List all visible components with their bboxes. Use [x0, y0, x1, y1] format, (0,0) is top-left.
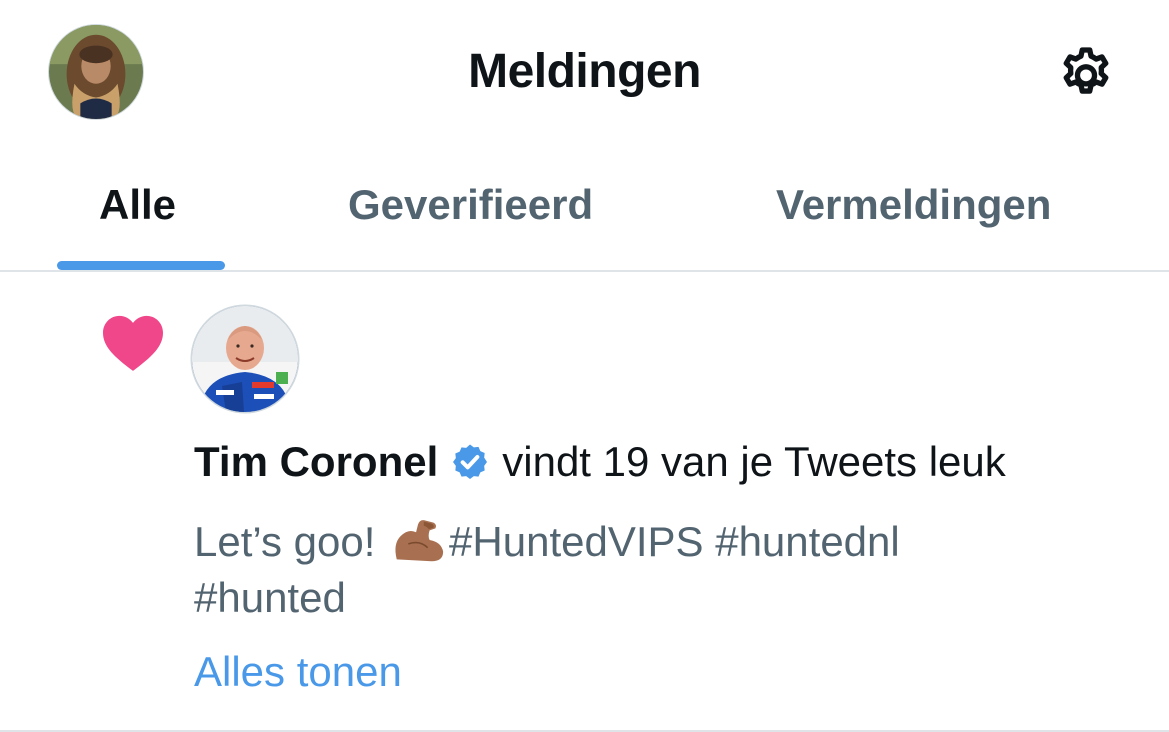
user-name[interactable]: Tim Coronel [194, 436, 438, 488]
heart-icon [103, 315, 163, 371]
tab-vermeldingen[interactable]: Vermeldingen [776, 180, 1051, 230]
active-tab-indicator [57, 261, 225, 270]
notification-text: Tim Coronel vindt 19 van je Tweets leuk [194, 436, 1006, 488]
user-avatar[interactable] [192, 306, 298, 412]
user-photo [192, 306, 298, 412]
tab-alle[interactable]: Alle [99, 180, 176, 230]
hashtag-hunted[interactable]: #hunted [194, 574, 346, 621]
page-title: Meldingen [468, 45, 701, 98]
verified-badge-icon [453, 444, 488, 479]
tab-geverifieerd[interactable]: Geverifieerd [348, 180, 593, 230]
settings-button[interactable] [1050, 42, 1122, 106]
notification-tabs: Alle Geverifieerd Vermeldingen [0, 160, 1169, 270]
top-bar: Meldingen [0, 0, 1169, 140]
action-text: vindt 19 van je Tweets leuk [502, 438, 1006, 485]
show-all-link[interactable]: Alles tonen [194, 646, 402, 698]
notification-divider [0, 730, 1169, 732]
notifications-page: Meldingen Alle Geverifieerd Vermeldingen [0, 0, 1169, 732]
tweet-text-start: Let’s goo! [194, 518, 376, 565]
notification-item[interactable]: Tim Coronel vindt 19 van je Tweets leuk … [0, 272, 1169, 730]
flexed-biceps-icon [395, 520, 444, 562]
gear-icon [1063, 47, 1109, 94]
hashtags[interactable]: #HuntedVIPS #huntednl [449, 518, 900, 565]
tweet-text[interactable]: Let’s goo! #HuntedVIPS #huntednl #hunted [194, 514, 1094, 626]
